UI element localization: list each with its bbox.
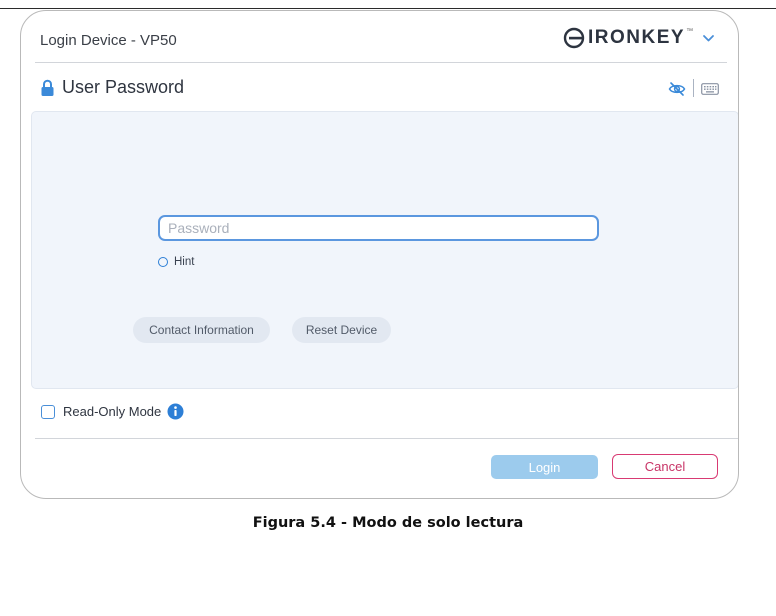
brand[interactable]: IRONKEY ™ — [563, 27, 715, 49]
keyboard-icon[interactable] — [701, 83, 719, 95]
chevron-down-icon[interactable] — [702, 33, 715, 43]
read-only-row: Read-Only Mode — [41, 403, 184, 420]
section-title: User Password — [62, 77, 185, 97]
cancel-button[interactable]: Cancel — [612, 454, 718, 479]
ironkey-logo-icon — [563, 27, 585, 49]
eye-off-icon[interactable] — [668, 81, 686, 97]
info-icon[interactable] — [167, 403, 184, 420]
login-button[interactable]: Login — [491, 455, 598, 479]
icon-separator — [693, 79, 694, 97]
window-title: Login Device - VP50 — [40, 32, 177, 49]
top-rule — [0, 8, 776, 9]
brand-trademark: ™ — [686, 27, 694, 35]
read-only-checkbox[interactable] — [41, 404, 55, 419]
hint-radio[interactable] — [158, 257, 168, 267]
contact-information-button[interactable]: Contact Information — [133, 317, 270, 343]
login-window: Login Device - VP50 IRONKEY ™ User Passw… — [20, 10, 739, 499]
section-header: User Password — [40, 77, 184, 98]
figure-caption: Figura 5.4 - Modo de solo lectura — [252, 515, 524, 531]
header-divider — [35, 62, 727, 63]
footer-divider — [35, 438, 738, 439]
reset-device-button[interactable]: Reset Device — [292, 317, 391, 343]
read-only-label: Read-Only Mode — [63, 404, 162, 419]
brand-name: IRONKEY — [588, 27, 686, 48]
password-panel — [31, 111, 738, 389]
hint-label: Hint — [174, 256, 195, 268]
hint-option[interactable]: Hint — [158, 256, 194, 268]
lock-icon — [41, 79, 54, 96]
password-input[interactable] — [158, 215, 599, 241]
